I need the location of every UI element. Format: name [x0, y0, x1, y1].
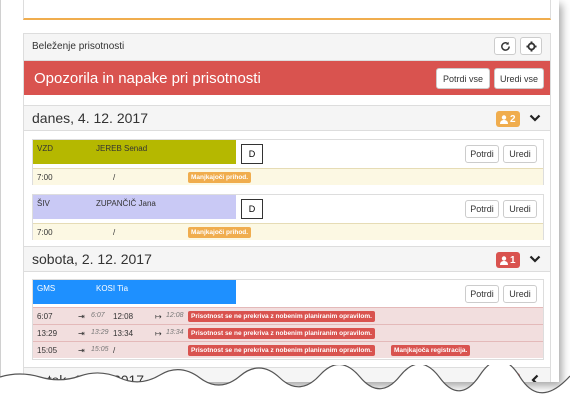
edit-button[interactable]: Uredi [503, 200, 537, 218]
count-badge: 2 [496, 111, 520, 127]
employee-header: VZD JEREB Senad [33, 140, 236, 164]
confirm-button[interactable]: Potrdi [465, 200, 499, 218]
arrival-original: 15:05 [91, 346, 109, 353]
warning-label: Manjkajoči prihod. [188, 227, 252, 238]
settings-button[interactable] [520, 37, 542, 55]
departure-time: / [113, 346, 116, 355]
day-title: danes, 4. 12. 2017 [32, 110, 148, 126]
employee-card: ŠIV ZUPANČIČ Jana D Potrdi Uredi 7:00 / … [32, 194, 544, 240]
logout-icon: ↦ [155, 312, 162, 321]
shift-code-box[interactable]: D [241, 144, 263, 164]
employee-header: ŠIV ZUPANČIČ Jana [33, 195, 236, 219]
login-icon: ⇥ [78, 346, 85, 355]
department-code: VZD [37, 144, 53, 153]
department-code: GMS [37, 284, 56, 293]
departure-original: 13:34 [166, 329, 184, 336]
departure-time: / [113, 228, 116, 237]
alert-title: Opozorila in napake pri prisotnosti [34, 70, 261, 87]
logout-icon: ↦ [155, 329, 162, 338]
error-label: Manjkajoča registracija. [391, 345, 471, 356]
departure-time: 12:08 [113, 312, 134, 321]
attendance-row: 13:29 ⇥ 13:29 13:34 ↦ 13:34 Prisotnost s… [33, 324, 543, 341]
arrival-time: 15:05 [37, 346, 58, 355]
user-icon [500, 255, 508, 265]
day-title: sobota, 2. 12. 2017 [32, 251, 152, 267]
user-icon [500, 114, 508, 124]
previous-panel-bottom [23, 0, 551, 20]
login-icon: ⇥ [78, 329, 85, 338]
arrival-original: 6:07 [91, 312, 105, 319]
arrival-time: 7:00 [37, 173, 53, 182]
chevron-down-icon[interactable] [529, 112, 541, 124]
employee-card: VZD JEREB Senad D Potrdi Uredi 7:00 / Ma… [32, 139, 544, 185]
gear-icon [525, 40, 537, 52]
department-code: ŠIV [37, 199, 50, 208]
warning-label: Manjkajoči prihod. [188, 172, 252, 183]
refresh-button[interactable] [494, 37, 516, 55]
employee-card: GMS KOSI Tia Potrdi Uredi 6:07 ⇥ 6:07 12… [32, 279, 544, 360]
employee-name: ZUPANČIČ Jana [96, 199, 156, 208]
arrival-time: 7:00 [37, 228, 53, 237]
employee-name: KOSI Tia [96, 284, 129, 293]
count-badge: 1 [496, 252, 520, 268]
shift-code-box[interactable]: D [241, 199, 263, 219]
login-icon: ⇥ [78, 312, 85, 321]
attendance-row: 6:07 ⇥ 6:07 12:08 ↦ 12:08 Prisotnost se … [33, 307, 543, 324]
alert-bar: Opozorila in napake pri prisotnosti Potr… [24, 61, 550, 95]
screenshot-frame: Beleženje prisotnosti Opozorila in napak… [0, 0, 559, 382]
error-label: Prisotnost se ne prekriva z nobenim plan… [188, 328, 375, 339]
attendance-panel: Beleženje prisotnosti Opozorila in napak… [23, 33, 551, 382]
arrival-time: 6:07 [37, 312, 53, 321]
edit-button[interactable]: Uredi [503, 145, 537, 163]
torn-edge [0, 365, 570, 394]
day-header-today[interactable]: danes, 4. 12. 2017 2 [24, 105, 550, 131]
attendance-row: 7:00 / Manjkajoči prihod. [33, 168, 543, 185]
arrival-time: 13:29 [37, 329, 58, 338]
arrival-original: 13:29 [91, 329, 109, 336]
refresh-icon [500, 41, 510, 51]
edit-button[interactable]: Uredi [503, 285, 537, 303]
attendance-row: 7:00 / Manjkajoči prihod. [33, 223, 543, 240]
departure-original: 12:08 [166, 312, 184, 319]
edit-all-button[interactable]: Uredi vse [494, 68, 544, 89]
day-header-saturday[interactable]: sobota, 2. 12. 2017 1 [24, 246, 550, 272]
departure-time: 13:34 [113, 329, 134, 338]
confirm-all-button[interactable]: Potrdi vse [436, 68, 490, 89]
panel-header: Beleženje prisotnosti [24, 34, 550, 61]
error-label: Prisotnost se ne prekriva z nobenim plan… [188, 345, 375, 356]
attendance-row: 15:05 ⇥ 15:05 / Prisotnost se ne prekriv… [33, 341, 543, 358]
departure-time: / [113, 173, 116, 182]
error-label: Prisotnost se ne prekriva z nobenim plan… [188, 311, 375, 322]
panel-title: Beleženje prisotnosti [32, 41, 125, 52]
chevron-down-icon[interactable] [529, 253, 541, 265]
employee-header: GMS KOSI Tia [33, 280, 236, 304]
count-value: 2 [510, 113, 516, 125]
employee-name: JEREB Senad [96, 144, 148, 153]
count-value: 1 [510, 254, 516, 266]
confirm-button[interactable]: Potrdi [465, 145, 499, 163]
confirm-button[interactable]: Potrdi [465, 285, 499, 303]
